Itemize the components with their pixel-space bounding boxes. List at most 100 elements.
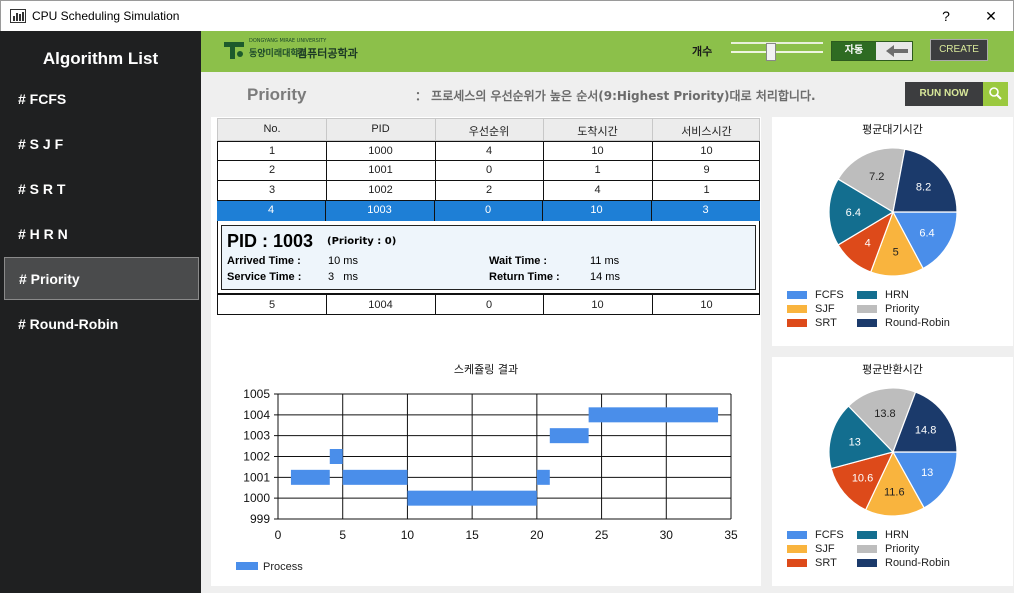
gantt-bar-1001: [290, 469, 330, 485]
cell-priority: 0: [485, 164, 493, 176]
gantt-bar-1004: [588, 407, 719, 423]
detail-priority: (Priority : 0): [327, 236, 397, 247]
logo-mark-icon: [224, 42, 244, 59]
count-slider-track[interactable]: [731, 51, 823, 53]
cell-pid: 1002: [368, 184, 393, 196]
scheduling-result-panel: 스케쥴링 결과 0 5 10 15 20 25 30 35 999 1000 1001 1002 100…: [211, 357, 761, 586]
legend-label: HRN: [885, 529, 909, 541]
cell-priority: 0: [485, 299, 493, 311]
cell-pid: 1000: [368, 145, 393, 157]
legend-label: HRN: [885, 289, 909, 301]
return-value: 14 ms: [590, 271, 620, 283]
cell-no: 1: [268, 145, 276, 157]
header-pid: PID: [371, 123, 390, 135]
legend-swatch: [787, 291, 807, 300]
pie-label-priority: 7.2: [869, 171, 884, 183]
wait-label: Wait Time :: [489, 255, 548, 267]
sidebar-item-sjf[interactable]: # S J F: [4, 123, 199, 166]
sidebar-item-fcfs[interactable]: # FCFS: [4, 78, 199, 121]
y-tick-label: 1001: [243, 470, 270, 484]
legend-label-process: Process: [263, 561, 303, 573]
pie-label-hrn: 13: [849, 436, 861, 448]
close-button[interactable]: ✕: [968, 4, 1014, 28]
sidebar-item-priority[interactable]: # Priority: [4, 257, 199, 300]
legend-item-fcfs: FCFS: [787, 289, 844, 301]
service-value: 3 ms: [328, 271, 358, 283]
university-logo: DONGYANG MIRAE UNIVERSITY 동양미래대학교 컴퓨터공학과: [223, 38, 363, 64]
legend-label: SJF: [815, 303, 835, 315]
legend-swatch: [787, 531, 807, 540]
y-tick-label: 1002: [243, 450, 270, 464]
legend-label: FCFS: [815, 529, 844, 541]
legend-item-sjf: SJF: [787, 303, 835, 315]
pie-label-round-robin: 14.8: [915, 424, 936, 436]
cell-priority: 2: [485, 184, 493, 196]
cell-no: 3: [268, 184, 276, 196]
top-bar: DONGYANG MIRAE UNIVERSITY 동양미래대학교 컴퓨터공학과…: [201, 31, 1014, 72]
legend-item-round-robin: Round-Robin: [857, 557, 950, 569]
header-priority: 우선순위: [468, 126, 510, 138]
y-tick-label: 1005: [243, 387, 270, 401]
legend-swatch: [857, 545, 877, 554]
pie-label-srt: 4: [865, 238, 871, 250]
pie-label-sjf: 11.6: [884, 487, 905, 499]
cell-service: 9: [703, 164, 710, 176]
legend-swatch: [857, 531, 877, 540]
cell-service: 1: [703, 184, 710, 196]
table-header: No. PID 우선순위 도착시간 서비스시간: [217, 118, 760, 141]
count-slider-thumb[interactable]: [766, 43, 776, 61]
table-row[interactable]: 5 1004 0 10 10: [217, 294, 760, 315]
legend-label: Priority: [885, 543, 920, 555]
legend-label: Round-Robin: [885, 557, 950, 569]
x-tick-label: 30: [660, 528, 674, 542]
cell-arrival: 4: [594, 184, 601, 196]
table-row-selected[interactable]: 4 1003 0 10 3: [217, 201, 760, 221]
gantt-bar-1001: [342, 469, 408, 485]
university-sub-label: DONGYANG MIRAE UNIVERSITY: [249, 38, 327, 44]
page-header: Priority ： 프로세스의 우선순위가 높은 순서(9:Highest P…: [201, 72, 1014, 117]
pie-label-hrn: 6.4: [846, 207, 861, 219]
page-title: Priority: [247, 85, 307, 104]
gantt-bar-1001: [536, 469, 550, 485]
x-tick-label: 5: [339, 528, 346, 542]
sidebar-item-round-robin[interactable]: # Round-Robin: [4, 303, 199, 346]
sidebar-item-srt[interactable]: # S R T: [4, 168, 199, 211]
help-button[interactable]: ?: [923, 4, 969, 28]
pie-label-sjf: 5: [893, 247, 899, 259]
avg-return-panel: 평균반환시간 13 11.6 10.6 13 13.8 14.8 FCFS HRN SJF Pr…: [772, 357, 1013, 586]
cell-priority: 4: [485, 145, 493, 157]
legend-item-priority: Priority: [857, 543, 919, 555]
cell-service: 3: [702, 204, 709, 216]
run-search-button[interactable]: [983, 82, 1008, 106]
legend-swatch: [236, 562, 258, 570]
auto-toggle[interactable]: 자동: [831, 41, 913, 61]
legend-swatch: [787, 319, 807, 328]
y-tick-label: 1004: [243, 408, 270, 422]
title-bar: CPU Scheduling Simulation ? ✕: [0, 0, 1014, 31]
process-detail: PID : 1003 (Priority : 0) Arrived Time :…: [221, 225, 756, 290]
department-name: 컴퓨터공학과: [297, 47, 358, 60]
legend-item-srt: SRT: [787, 317, 837, 329]
pie-label-fcfs: 13: [921, 467, 933, 479]
cell-priority: 0: [484, 204, 492, 216]
scheduling-gantt-chart: 0 5 10 15 20 25 30 35 999 1000 1001 1002 1003 1004 100…: [236, 387, 738, 573]
detail-pid: PID : 1003: [227, 231, 314, 251]
cell-no: 5: [268, 299, 276, 311]
cell-pid: 1004: [368, 299, 393, 311]
service-label: Service Time :: [227, 271, 302, 283]
run-now-button[interactable]: RUN NOW: [905, 82, 983, 106]
legend-label: SJF: [815, 543, 835, 555]
auto-toggle-label: 자동: [832, 42, 876, 60]
table-row[interactable]: 2 1001 0 1 9: [217, 161, 760, 181]
legend-item-sjf: SJF: [787, 543, 835, 555]
legend-item-hrn: HRN: [857, 529, 909, 541]
gantt-bar-1002: [329, 449, 343, 464]
table-row[interactable]: 3 1002 2 4 1: [217, 181, 760, 201]
legend-item-round-robin: Round-Robin: [857, 317, 950, 329]
table-row[interactable]: 1 1000 4 10 10: [217, 141, 760, 161]
header-no: No.: [263, 123, 281, 135]
sidebar-item-hrn[interactable]: # H R N: [4, 213, 199, 256]
cell-no: 2: [268, 164, 276, 176]
create-button[interactable]: CREATE: [930, 39, 988, 61]
cell-service: 10: [700, 145, 713, 157]
